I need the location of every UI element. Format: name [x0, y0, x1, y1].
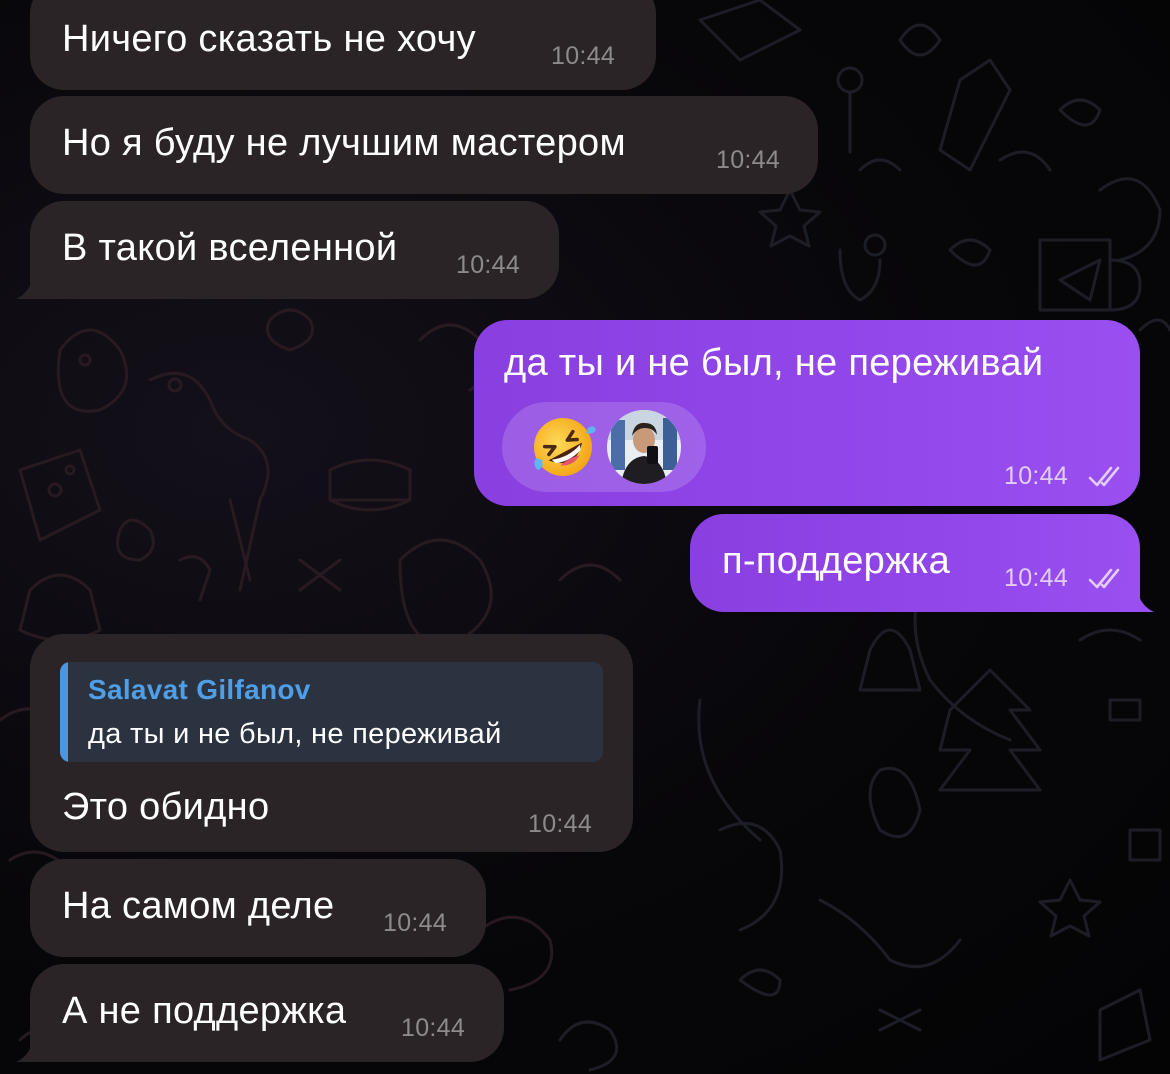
- message-text: да ты и не был, не переживай: [504, 342, 1044, 384]
- message-time: 10:44: [528, 810, 593, 838]
- message-text: п-поддержка: [722, 540, 951, 582]
- bubble-tail: [16, 1033, 48, 1062]
- message-text: Ничего сказать не хочу: [62, 18, 476, 60]
- double-check-icon: [1088, 466, 1120, 487]
- message-time: 10:44: [1004, 564, 1069, 592]
- message-text: Но я буду не лучшим мастером: [62, 122, 626, 164]
- avatar: [607, 410, 681, 484]
- message-text: В такой вселенной: [62, 227, 398, 269]
- incoming-message[interactable]: А не поддержка 10:44: [30, 964, 504, 1062]
- message-text: А не поддержка: [62, 990, 347, 1032]
- incoming-message[interactable]: В такой вселенной 10:44: [30, 201, 559, 299]
- message-text: Это обидно: [62, 786, 270, 828]
- reply-accent-bar: [60, 662, 68, 762]
- reactions-bar[interactable]: [502, 402, 706, 492]
- double-check-icon: [1088, 568, 1120, 589]
- incoming-message[interactable]: На самом деле 10:44: [30, 859, 486, 957]
- outgoing-message[interactable]: п-поддержка 10:44: [690, 514, 1140, 612]
- message-time: 10:44: [716, 146, 781, 174]
- reply-quote: да ты и не был, не переживай: [88, 718, 502, 750]
- message-time: 10:44: [456, 251, 521, 279]
- message-time: 10:44: [551, 42, 616, 70]
- bubble-tail: [1122, 583, 1154, 612]
- message-text: На самом деле: [62, 885, 335, 927]
- reply-preview[interactable]: Salavat Gilfanov да ты и не был, не пере…: [60, 662, 603, 762]
- bubble-tail: [16, 270, 48, 299]
- incoming-message[interactable]: Ничего сказать не хочу 10:44: [30, 0, 656, 90]
- message-time: 10:44: [383, 909, 448, 937]
- outgoing-message[interactable]: да ты и не был, не переживай 10:44: [474, 320, 1140, 506]
- incoming-message[interactable]: Но я буду не лучшим мастером 10:44: [30, 96, 818, 194]
- reply-author: Salavat Gilfanov: [88, 674, 311, 705]
- incoming-message[interactable]: Salavat Gilfanov да ты и не был, не пере…: [30, 634, 633, 852]
- chat-view: Ничего сказать не хочу 10:44 Но я буду н…: [0, 0, 1170, 1074]
- message-time: 10:44: [401, 1014, 466, 1042]
- message-time: 10:44: [1004, 462, 1069, 490]
- rolling-on-floor-laughing-icon: [534, 418, 596, 476]
